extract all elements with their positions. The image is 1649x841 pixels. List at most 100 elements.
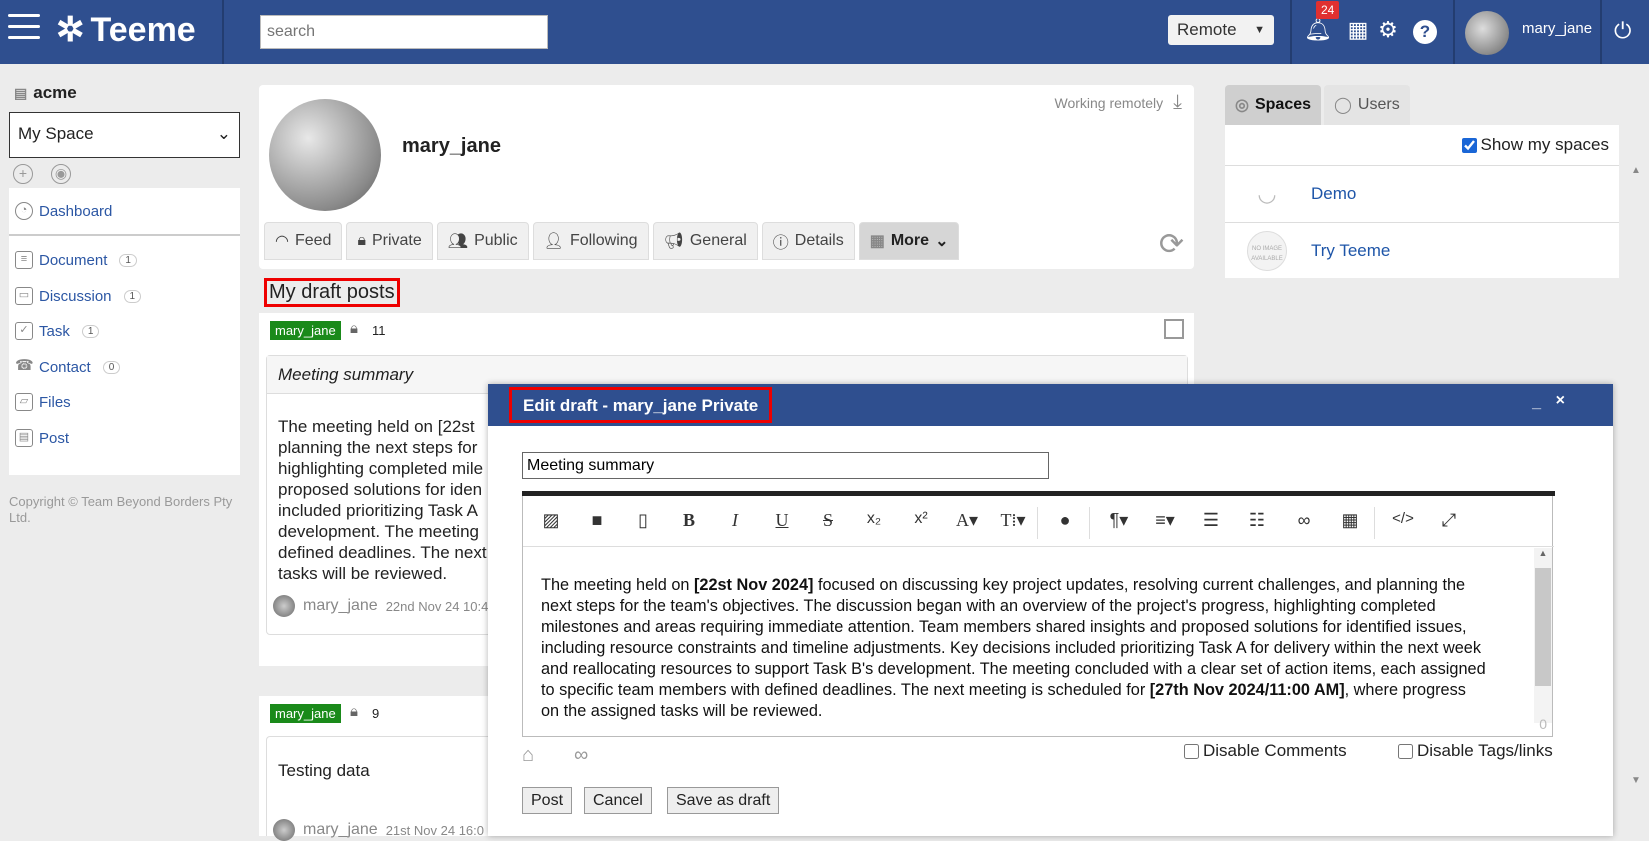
author-tag[interactable]: mary_jane bbox=[270, 321, 341, 340]
space-select[interactable]: My Space ⌄ bbox=[9, 112, 240, 158]
dashboard-icon: ◔ bbox=[15, 202, 33, 220]
info-icon: ⓘ bbox=[772, 235, 789, 252]
teeme-logo-icon: ✲ bbox=[56, 11, 85, 49]
video-icon[interactable]: ■ bbox=[583, 510, 611, 531]
user-check-icon: 👤︎ bbox=[543, 233, 564, 250]
show-my-spaces-checkbox[interactable]: Show my spaces bbox=[1461, 135, 1609, 155]
superscript-icon[interactable]: x² bbox=[907, 510, 935, 528]
tab-spaces[interactable]: ◎ Spaces bbox=[1225, 85, 1322, 125]
table-icon[interactable]: ▦ bbox=[1336, 510, 1364, 531]
search-input[interactable] bbox=[260, 15, 548, 49]
image-icon[interactable]: ▨ bbox=[537, 510, 565, 531]
sidebar-item-dashboard[interactable]: ◔ Dashboard bbox=[15, 202, 112, 220]
scroll-up-arrow[interactable]: ▲ bbox=[1534, 548, 1552, 558]
right-tabs: ◎ Spaces ◯ Users bbox=[1225, 85, 1410, 125]
sidebar-item-task[interactable]: ✓ Task 1 bbox=[15, 322, 100, 340]
chevron-down-icon: ⌄ bbox=[935, 233, 949, 250]
close-button[interactable]: × bbox=[1556, 392, 1565, 410]
code-view-icon[interactable]: </> bbox=[1389, 510, 1417, 527]
menu-icon[interactable] bbox=[8, 14, 40, 42]
megaphone-icon: 📢︎ bbox=[663, 233, 684, 250]
strikethrough-icon[interactable]: S bbox=[814, 510, 842, 531]
profile-picture bbox=[269, 99, 381, 211]
ordered-list-icon[interactable]: ☰ bbox=[1197, 510, 1225, 531]
disable-tags-checkbox[interactable]: Disable Tags/links bbox=[1398, 741, 1553, 761]
users-icon: 👥︎ bbox=[447, 233, 469, 250]
refresh-icon[interactable]: ⟳ bbox=[1159, 227, 1184, 262]
bold-icon[interactable]: B bbox=[675, 510, 703, 531]
eye-icon[interactable]: ◉ bbox=[51, 164, 71, 184]
scrollbar-thumb[interactable] bbox=[1535, 568, 1551, 686]
checkbox[interactable] bbox=[1398, 743, 1413, 759]
sidebar-item-contact[interactable]: ☎ Contact 0 bbox=[15, 358, 121, 376]
underline-icon[interactable]: U bbox=[768, 510, 796, 531]
scroll-down-arrow[interactable]: ▼ bbox=[1631, 775, 1641, 786]
gear-icon[interactable]: ⚙ bbox=[1374, 16, 1402, 44]
subject-input[interactable] bbox=[522, 452, 1049, 479]
editor-content[interactable]: The meeting held on [22st Nov 2024] focu… bbox=[541, 575, 1486, 722]
bell-icon[interactable]: 🔔︎ bbox=[1304, 16, 1332, 44]
tab-private[interactable]: 🔒︎ Private bbox=[346, 222, 433, 260]
scroll-up-arrow[interactable]: ▲ bbox=[1631, 165, 1641, 176]
divider bbox=[1453, 0, 1455, 64]
post-count: 11 bbox=[372, 323, 386, 338]
rich-text-editor: ▨ ■ ▯ B I U S x₂ x² A▾ T⁞▾ ● ¶▾ ≡▾ ☰ ☷ ∞… bbox=[522, 491, 1555, 737]
post-button[interactable]: Post bbox=[522, 787, 573, 814]
app-logo[interactable]: ✲ Teeme bbox=[56, 10, 196, 50]
tab-following[interactable]: 👤︎ Following bbox=[532, 222, 649, 260]
cancel-button[interactable]: Cancel bbox=[584, 787, 652, 814]
calendar-icon[interactable]: ▦ bbox=[1344, 16, 1372, 44]
sidebar-item-post[interactable]: ▤ Post bbox=[15, 429, 69, 447]
tab-general[interactable]: 📢︎ General bbox=[652, 222, 758, 260]
user-icon: ◯ bbox=[1334, 97, 1352, 114]
paragraph-icon[interactable]: ¶▾ bbox=[1105, 510, 1133, 531]
sidebar-item-document[interactable]: ≡ Document 1 bbox=[15, 251, 137, 269]
post-count: 9 bbox=[372, 706, 380, 721]
avatar[interactable] bbox=[1465, 11, 1509, 55]
post-body: Testing data bbox=[278, 761, 370, 780]
save-draft-button[interactable]: Save as draft bbox=[667, 787, 780, 814]
font-size-icon[interactable]: T⁞▾ bbox=[999, 510, 1027, 531]
fullscreen-icon[interactable]: ⤢ bbox=[1435, 510, 1463, 531]
align-icon[interactable]: ≡▾ bbox=[1151, 510, 1179, 531]
page-title: My draft posts bbox=[264, 278, 400, 307]
link-icon[interactable]: ∞ bbox=[574, 744, 588, 767]
sidebar-item-discussion[interactable]: ▭ Discussion 1 bbox=[15, 287, 142, 305]
font-family-icon[interactable]: A▾ bbox=[953, 510, 981, 531]
help-icon[interactable]: ? bbox=[1413, 20, 1437, 44]
post-footer: mary_jane 22nd Nov 24 10:4 bbox=[273, 595, 488, 617]
spaces-panel: Show my spaces ◡ Demo NO IMAGE AVAILABLE… bbox=[1225, 125, 1619, 278]
subscript-icon[interactable]: x₂ bbox=[860, 510, 888, 528]
tab-public[interactable]: 👥︎ Public bbox=[436, 222, 529, 260]
add-icon[interactable]: + bbox=[13, 164, 33, 184]
tab-details[interactable]: ⓘ Details bbox=[761, 222, 855, 260]
disable-comments-checkbox[interactable]: Disable Comments bbox=[1184, 741, 1347, 761]
document-icon: ≡ bbox=[15, 251, 33, 269]
sidebar-item-files[interactable]: ▱ Files bbox=[15, 393, 71, 411]
italic-icon[interactable]: I bbox=[721, 510, 749, 531]
tag-icon[interactable]: ⌂ bbox=[522, 744, 534, 767]
space-item-demo[interactable]: ◡ Demo bbox=[1225, 165, 1619, 222]
author-tag[interactable]: mary_jane bbox=[270, 704, 341, 723]
color-drop-icon[interactable]: ● bbox=[1051, 510, 1079, 531]
unordered-list-icon[interactable]: ☷ bbox=[1243, 510, 1271, 531]
tab-feed[interactable]: ◠ Feed bbox=[264, 222, 343, 260]
minimize-button[interactable]: _ bbox=[1532, 394, 1541, 412]
username[interactable]: mary_jane bbox=[1522, 20, 1592, 37]
profile-tabs: ◠ Feed 🔒︎ Private 👥︎ Public 👤︎ Following 📢︎ G… bbox=[264, 222, 960, 260]
tab-users[interactable]: ◯ Users bbox=[1324, 85, 1410, 125]
external-link-icon[interactable] bbox=[1164, 319, 1184, 339]
tab-more[interactable]: ▦ More ⌄ bbox=[858, 222, 960, 260]
power-icon[interactable]: ⏻ bbox=[1614, 18, 1631, 44]
file-icon[interactable]: ▯ bbox=[629, 510, 657, 531]
divider bbox=[1290, 0, 1292, 64]
download-icon[interactable]: ⤓ bbox=[1173, 91, 1182, 114]
editor-scrollbar[interactable]: ▲ bbox=[1534, 548, 1552, 723]
checkbox[interactable] bbox=[1461, 137, 1477, 153]
remote-dropdown[interactable]: Remote ▼ bbox=[1168, 15, 1274, 45]
rss-icon: ◠ bbox=[275, 233, 289, 250]
checkbox[interactable] bbox=[1184, 743, 1199, 759]
space-item-try-teeme[interactable]: NO IMAGE AVAILABLE Try Teeme bbox=[1225, 222, 1619, 279]
link-icon[interactable]: ∞ bbox=[1290, 510, 1318, 531]
editor-top-border bbox=[522, 491, 1555, 496]
